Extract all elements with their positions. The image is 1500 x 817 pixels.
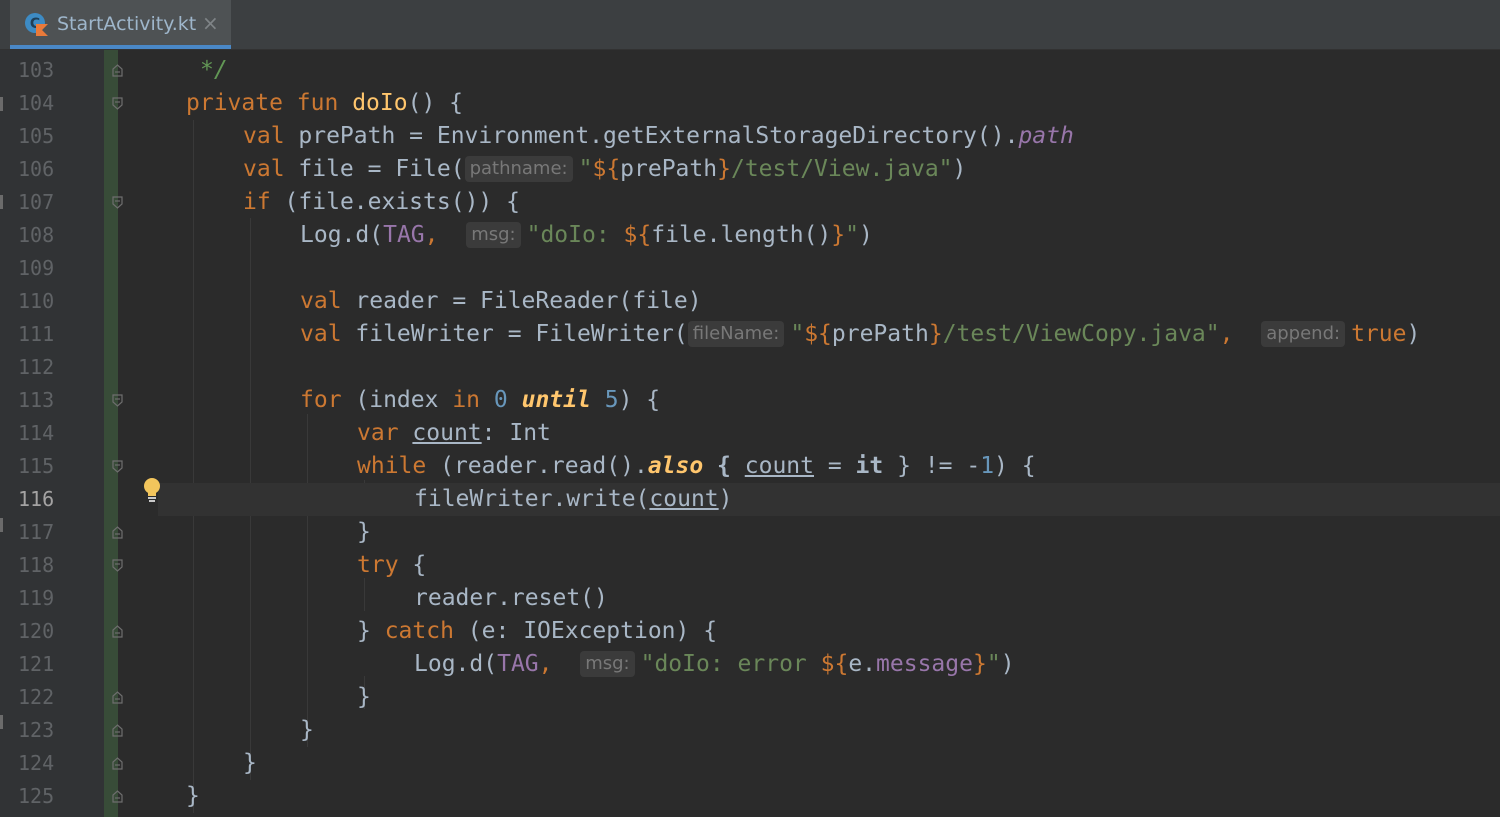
code-line[interactable]: 103 */: [0, 54, 1500, 87]
line-number: 114: [18, 421, 55, 445]
code-line[interactable]: 107 if (file.exists()) {: [0, 186, 1500, 219]
close-icon[interactable]: ×: [202, 11, 219, 35]
code-line[interactable]: 115 while (reader.read().also { count = …: [0, 450, 1500, 483]
code-line[interactable]: 117 }: [0, 516, 1500, 549]
code-text: for (index in 0 until 5) {: [300, 387, 661, 413]
code-text: }: [186, 783, 200, 809]
line-number: 116: [18, 487, 55, 511]
line-number: 119: [18, 586, 55, 610]
code-line[interactable]: 119 reader.reset(): [0, 582, 1500, 615]
code-text: val file = File(pathname: "${prePath}/tes…: [243, 156, 967, 182]
code-text: private fun doIo() {: [186, 90, 463, 116]
code-text: }: [357, 519, 371, 545]
fold-icon[interactable]: [112, 526, 123, 539]
fold-icon[interactable]: [112, 64, 123, 77]
fold-icon[interactable]: [112, 460, 123, 473]
code-line[interactable]: 106 val file = File(pathname: "${prePath}…: [0, 153, 1500, 186]
fold-icon[interactable]: [112, 625, 123, 638]
code-text: val fileWriter = FileWriter(fileName: "${…: [300, 321, 1421, 347]
lightbulb-icon[interactable]: [140, 476, 164, 504]
tab-start-activity[interactable]: C StartActivity.kt ×: [10, 0, 231, 49]
parameter-hint: pathname:: [464, 156, 573, 182]
code-line[interactable]: 120 } catch (e: IOException) {: [0, 615, 1500, 648]
code-text: var count: Int: [357, 420, 551, 446]
line-number: 111: [18, 322, 55, 346]
code-line[interactable]: 122 }: [0, 681, 1500, 714]
line-number: 122: [18, 685, 55, 709]
line-number: 108: [18, 223, 55, 247]
code-line[interactable]: 124 }: [0, 747, 1500, 780]
line-number: 123: [18, 718, 55, 742]
line-number: 105: [18, 124, 55, 148]
fold-icon[interactable]: [112, 394, 123, 407]
code-text: */: [200, 57, 228, 83]
fold-icon[interactable]: [112, 790, 123, 803]
code-line[interactable]: 123 }: [0, 714, 1500, 747]
kotlin-class-icon: C: [25, 13, 48, 36]
code-line[interactable]: 121 Log.d(TAG, msg: "doIo: error ${e.mess…: [0, 648, 1500, 681]
code-text: while (reader.read().also { count = it }…: [357, 453, 1036, 479]
line-number: 103: [18, 58, 55, 82]
fold-icon[interactable]: [112, 196, 123, 209]
code-text: Log.d(TAG, msg: "doIo: ${file.length()}"): [300, 222, 873, 248]
fold-icon[interactable]: [112, 691, 123, 704]
code-line[interactable]: 104 private fun doIo() {: [0, 87, 1500, 120]
code-line[interactable]: 111 val fileWriter = FileWriter(fileName…: [0, 318, 1500, 351]
parameter-hint: append:: [1261, 321, 1346, 347]
code-text: }: [357, 684, 371, 710]
code-text: if (file.exists()) {: [243, 189, 520, 215]
code-line-current[interactable]: 116 fileWriter.write(count): [0, 483, 1500, 516]
code-line[interactable]: 125 }: [0, 780, 1500, 813]
line-number: 125: [18, 784, 55, 808]
code-text: }: [300, 717, 314, 743]
line-number: 106: [18, 157, 55, 181]
tab-label: StartActivity.kt: [57, 13, 197, 35]
parameter-hint: msg:: [466, 222, 521, 248]
code-line[interactable]: 105 val prePath = Environment.getExterna…: [0, 120, 1500, 153]
code-text: val prePath = Environment.getExternalSto…: [243, 123, 1074, 149]
parameter-hint: fileName:: [687, 321, 785, 347]
fold-icon[interactable]: [112, 724, 123, 737]
code-line[interactable]: 114 var count: Int: [0, 417, 1500, 450]
code-line[interactable]: 110 val reader = FileReader(file): [0, 285, 1500, 318]
line-number: 115: [18, 454, 55, 478]
code-text: } catch (e: IOException) {: [357, 618, 718, 644]
code-line[interactable]: 118 try {: [0, 549, 1500, 582]
code-text: }: [243, 750, 257, 776]
code-line[interactable]: 108 Log.d(TAG, msg: "doIo: ${file.length(…: [0, 219, 1500, 252]
fold-icon[interactable]: [112, 559, 123, 572]
code-line[interactable]: 109: [0, 252, 1500, 285]
line-number: 112: [18, 355, 55, 379]
line-number: 104: [18, 91, 55, 115]
code-line[interactable]: 112: [0, 351, 1500, 384]
line-number: 117: [18, 520, 55, 544]
code-text: fileWriter.write(count): [414, 486, 733, 512]
code-line[interactable]: 113 for (index in 0 until 5) {: [0, 384, 1500, 417]
line-number: 109: [18, 256, 55, 280]
code-text: reader.reset(): [414, 585, 608, 611]
code-text: try {: [357, 552, 427, 578]
editor-tab-bar: C StartActivity.kt ×: [0, 0, 1500, 50]
parameter-hint: msg:: [580, 651, 635, 677]
fold-icon[interactable]: [112, 97, 123, 110]
line-number: 121: [18, 652, 55, 676]
line-number: 107: [18, 190, 55, 214]
code-text: Log.d(TAG, msg: "doIo: error ${e.message}…: [414, 651, 1015, 677]
fold-icon[interactable]: [112, 757, 123, 770]
line-number: 120: [18, 619, 55, 643]
line-number: 118: [18, 553, 55, 577]
line-number: 110: [18, 289, 55, 313]
code-text: val reader = FileReader(file): [300, 288, 702, 314]
line-number: 124: [18, 751, 55, 775]
code-editor[interactable]: 103 */ 104 private fun doIo() { 105 val …: [0, 54, 1500, 817]
line-number: 113: [18, 388, 55, 412]
